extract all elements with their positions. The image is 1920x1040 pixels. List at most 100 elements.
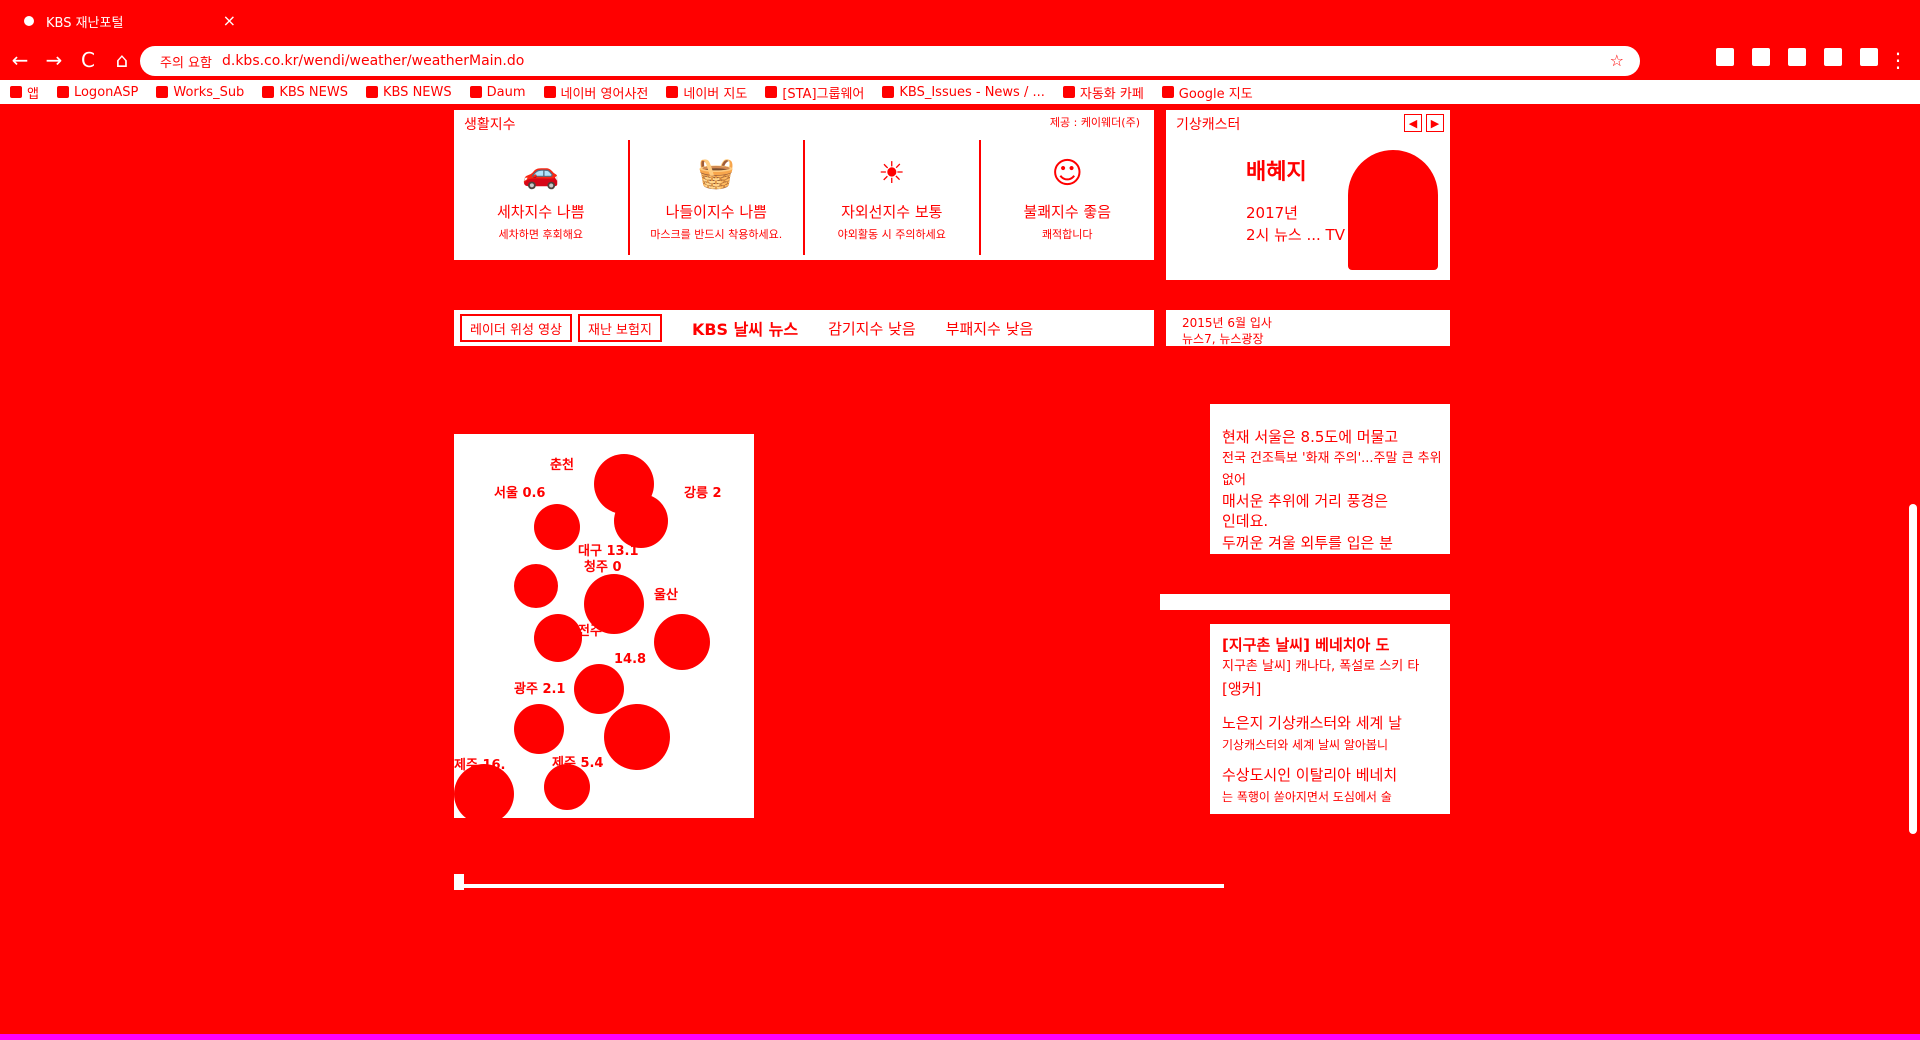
naver-icon <box>666 86 679 98</box>
bookmark-label: 앱 <box>27 86 39 102</box>
life-card-desc: 야외활동 시 주의하세요 <box>837 228 946 241</box>
favicon-icon <box>22 14 36 28</box>
extension-icon[interactable] <box>1714 46 1736 68</box>
life-card[interactable]: 🧺 나들이지수 나쁨 마스크를 반드시 착용하세요. <box>630 140 805 255</box>
security-status[interactable]: 주의 요함 <box>160 52 212 71</box>
browser-menu-icon[interactable]: ⋮ <box>1888 48 1908 72</box>
life-card[interactable]: ☺ 불쾌지수 좋음 쾌적합니다 <box>981 140 1155 255</box>
folder-icon <box>1062 86 1075 98</box>
life-card[interactable]: 🚗 세차지수 나쁨 세차하면 후회해요 <box>454 140 630 255</box>
scrollbar-thumb[interactable] <box>1909 504 1917 834</box>
bookmark-item[interactable]: KBS_Issues - News / ... <box>882 84 1045 100</box>
profile-icon[interactable] <box>1858 46 1880 68</box>
home-button[interactable]: ⌂ <box>108 46 136 74</box>
bookmark-label: [STA]그룹웨어 <box>782 86 865 102</box>
life-index-panel: 생활지수 제공 : 케이웨더(주) 🚗 세차지수 나쁨 세차하면 후회해요 🧺 … <box>454 110 1154 260</box>
page-icon <box>765 86 778 98</box>
car-wash-icon: 🚗 <box>522 156 560 191</box>
basket-icon: 🧺 <box>697 156 735 191</box>
city-label: 제주 16. <box>454 758 506 773</box>
news-text: 현재 서울은 8.5도에 머물고 <box>1222 428 1399 446</box>
bookmark-label: 자동화 카페 <box>1079 86 1144 102</box>
news-text: 기상캐스터와 세계 날씨 알아봅니 <box>1222 738 1389 752</box>
life-card[interactable]: ☀ 자외선지수 보통 야외활동 시 주의하세요 <box>805 140 981 255</box>
back-button[interactable]: ← <box>6 46 34 74</box>
footer-divider <box>454 884 1224 888</box>
news-text: 는 폭행이 쏟아지면서 도심에서 술 <box>1222 790 1392 804</box>
bookmark-item[interactable]: Google 지도 <box>1161 83 1253 102</box>
news-text: 인데요. <box>1222 512 1269 530</box>
news-text: [앵커] <box>1222 680 1262 698</box>
city-label: 울산 <box>654 588 678 603</box>
forward-button[interactable]: → <box>40 46 68 74</box>
news-text: 매서운 추위에 거리 풍경은 <box>1222 492 1389 510</box>
life-card-desc: 마스크를 반드시 착용하세요. <box>650 228 783 241</box>
kbs-icon <box>262 86 275 98</box>
city-label: 춘천 <box>550 458 574 473</box>
bookmark-label: Works_Sub <box>173 84 245 100</box>
news-text: 수상도시인 이탈리아 베네치 <box>1222 766 1398 784</box>
map-blob <box>534 614 582 662</box>
bookmark-item[interactable]: [STA]그룹웨어 <box>765 83 864 102</box>
weather-map[interactable]: 춘천 서울 0.6 강릉 2 대구 13.1 청주 0 울산 전주 14.8 광… <box>454 434 754 818</box>
tab-close-icon[interactable]: × <box>223 11 236 30</box>
bookmark-label: Google 지도 <box>1178 86 1253 102</box>
news-headline[interactable]: 전국 건조특보 '화재 주의'...주말 큰 추위 없어 <box>1222 448 1450 492</box>
world-weather-article[interactable]: [지구촌 날씨] 베네치아 도 지구촌 날씨] 캐나다, 폭설로 스키 타 [앵… <box>1210 624 1450 814</box>
disaster-insurance-button[interactable]: 재난 보험지 <box>578 314 662 342</box>
map-blob <box>514 564 558 608</box>
map-blob <box>604 704 670 770</box>
bookmark-label: KBS_Issues - News / ... <box>899 84 1045 100</box>
page-content: 생활지수 제공 : 케이웨더(주) 🚗 세차지수 나쁨 세차하면 후회해요 🧺 … <box>330 104 1570 1030</box>
caster-meta: 2015년 6월 입사 뉴스7, 뉴스광장 <box>1166 310 1450 346</box>
bookmarks-bar: 앱 LogonASP Works_Sub KBS NEWS KBS NEWS D… <box>0 80 1920 104</box>
extension-icons <box>1714 46 1880 68</box>
extension-icon[interactable] <box>1786 46 1808 68</box>
kbs-icon <box>365 86 378 98</box>
url-text[interactable]: d.kbs.co.kr/wendi/weather/weatherMain.do <box>222 53 524 69</box>
apps-icon <box>10 86 22 98</box>
bookmark-star-icon[interactable]: ☆ <box>1610 51 1624 70</box>
bookmark-item[interactable]: KBS NEWS <box>365 85 452 100</box>
caster-photo[interactable] <box>1348 150 1438 270</box>
daum-icon <box>469 86 482 98</box>
caster-name: 배혜지 <box>1246 160 1307 185</box>
extension-icon[interactable] <box>1750 46 1772 68</box>
bookmark-item[interactable]: Daum <box>469 84 526 100</box>
address-bar[interactable]: 주의 요함 d.kbs.co.kr/wendi/weather/weatherM… <box>140 46 1640 76</box>
extension-icon[interactable] <box>1822 46 1844 68</box>
life-index-row2: 레이더 위성 영상 재난 보험지 KBS 날씨 뉴스 감기지수 낮음 부패지수 … <box>454 310 1154 346</box>
bookmark-item[interactable]: Works_Sub <box>156 85 244 100</box>
life-index-title: 생활지수 <box>464 117 516 133</box>
news-headline[interactable]: [지구촌 날씨] 베네치아 도 <box>1222 634 1450 656</box>
caster-career-line: 2017년 <box>1246 204 1298 222</box>
city-label: 제주 5.4 <box>552 756 604 771</box>
weather-news-article[interactable]: 현재 서울은 8.5도에 머물고 전국 건조특보 '화재 주의'...주말 큰 … <box>1210 404 1450 554</box>
city-label: 14.8 <box>614 652 647 667</box>
bookmark-item[interactable]: LogonASP <box>56 85 138 100</box>
city-label: 전주 <box>578 624 602 639</box>
map-blob <box>654 614 710 670</box>
caster-nav: ◀ ▶ <box>1404 114 1444 132</box>
map-blob <box>574 664 624 714</box>
life-card-name: 나들이지수 나쁨 <box>665 203 767 221</box>
caster-next-button[interactable]: ▶ <box>1426 114 1444 132</box>
bookmark-item[interactable]: 네이버 지도 <box>666 83 747 102</box>
bookmark-item[interactable]: 앱 <box>10 83 39 102</box>
radar-satellite-button[interactable]: 레이더 위성 영상 <box>460 314 572 342</box>
life-card-name: 자외선지수 보통 <box>841 203 943 221</box>
bookmark-item[interactable]: KBS NEWS <box>262 85 348 100</box>
bookmark-item[interactable]: 자동화 카페 <box>1062 83 1144 102</box>
bookmark-item[interactable]: 네이버 영어사전 <box>543 83 648 102</box>
map-blob <box>534 504 580 550</box>
kbs-weather-news-title[interactable]: KBS 날씨 뉴스 <box>692 316 798 340</box>
caster-programs: 뉴스7, 뉴스광장 <box>1182 332 1264 346</box>
city-label: 강릉 2 <box>684 486 722 501</box>
bookmark-label: Daum <box>486 84 526 100</box>
page-scrollbar[interactable] <box>1906 104 1920 1040</box>
caster-prev-button[interactable]: ◀ <box>1404 114 1422 132</box>
browser-tab[interactable]: KBS 재난포털 × <box>10 6 246 36</box>
reload-button[interactable]: C <box>74 46 102 74</box>
city-label: 청주 0 <box>584 560 622 575</box>
caster-join-date: 2015년 6월 입사 <box>1182 316 1272 330</box>
